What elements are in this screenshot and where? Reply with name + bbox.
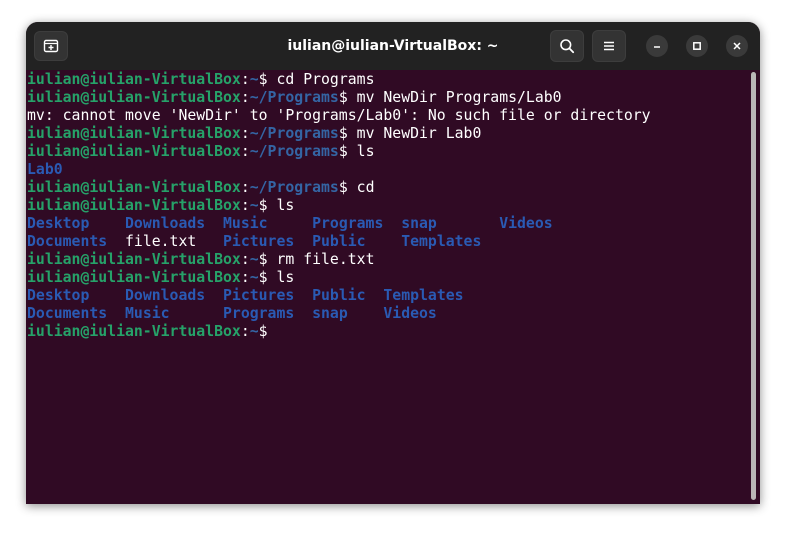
- prompt-line: iulian@iulian-VirtualBox:~$ ls: [27, 269, 651, 287]
- directory-entry: Videos: [499, 215, 553, 232]
- prompt-symbol: $: [258, 251, 268, 268]
- directory-entry: Videos: [383, 305, 437, 322]
- command-text: cd Programs: [267, 71, 375, 88]
- minimize-button[interactable]: [646, 35, 668, 57]
- prompt-symbol: $: [258, 71, 268, 88]
- command-text: ls: [267, 197, 295, 214]
- prompt-user: iulian@iulian-VirtualBox: [27, 179, 241, 196]
- prompt-user: iulian@iulian-VirtualBox: [27, 251, 241, 268]
- prompt-user: iulian@iulian-VirtualBox: [27, 323, 241, 340]
- directory-entry: Public: [312, 233, 402, 250]
- prompt-symbol: $: [338, 179, 348, 196]
- prompt-symbol: $: [258, 323, 268, 340]
- prompt-user: iulian@iulian-VirtualBox: [27, 71, 241, 88]
- ls-output-line: Desktop Downloads Pictures Public Templa…: [27, 287, 651, 305]
- directory-entry: Desktop: [27, 287, 125, 304]
- prompt-path: ~/Programs: [249, 143, 339, 160]
- directory-entry: Pictures: [223, 233, 313, 250]
- prompt-path: ~: [249, 197, 259, 214]
- title-bar[interactable]: iulian@iulian-VirtualBox: ~: [26, 22, 760, 70]
- ls-output-line: Documents Music Programs snap Videos: [27, 305, 651, 323]
- terminal-window: iulian@iulian-VirtualBox: ~ iulian@iulia…: [26, 22, 760, 504]
- directory-entry: Documents: [27, 233, 125, 250]
- prompt-line: iulian@iulian-VirtualBox:~$: [27, 323, 651, 341]
- prompt-separator: :: [240, 143, 250, 160]
- prompt-symbol: $: [338, 89, 348, 106]
- prompt-separator: :: [240, 197, 250, 214]
- directory-entry: snap: [401, 215, 500, 232]
- directory-entry: Public: [312, 287, 384, 304]
- prompt-line: iulian@iulian-VirtualBox:~/Programs$ cd: [27, 179, 651, 197]
- hamburger-menu-icon: [602, 39, 616, 53]
- directory-entry: Downloads: [125, 287, 223, 304]
- prompt-separator: :: [240, 179, 250, 196]
- minimize-icon: [652, 41, 662, 51]
- close-icon: [732, 41, 742, 51]
- directory-entry: Programs: [312, 215, 402, 232]
- output-text: mv: cannot move 'NewDir' to 'Programs/La…: [27, 107, 651, 124]
- terminal-output: iulian@iulian-VirtualBox:~$ cd Programs i…: [27, 71, 651, 341]
- prompt-line: iulian@iulian-VirtualBox:~$ ls: [27, 197, 651, 215]
- command-text: mv NewDir Lab0: [347, 125, 482, 142]
- directory-entry: Lab0: [27, 161, 63, 178]
- prompt-path: ~/Programs: [249, 179, 339, 196]
- prompt-path: ~: [249, 269, 259, 286]
- prompt-path: ~: [249, 323, 259, 340]
- directory-entry: Music: [125, 305, 223, 322]
- prompt-line: iulian@iulian-VirtualBox:~$ cd Programs: [27, 71, 651, 89]
- directory-entry: Templates: [383, 287, 464, 304]
- command-text: ls: [267, 269, 295, 286]
- directory-entry: Pictures: [223, 287, 313, 304]
- directory-entry: Documents: [27, 305, 125, 322]
- directory-entry: Programs: [223, 305, 313, 322]
- prompt-user: iulian@iulian-VirtualBox: [27, 197, 241, 214]
- prompt-separator: :: [240, 251, 250, 268]
- prompt-symbol: $: [338, 125, 348, 142]
- ls-output-line: Lab0: [27, 161, 651, 179]
- prompt-line: iulian@iulian-VirtualBox:~/Programs$ mv …: [27, 125, 651, 143]
- maximize-icon: [692, 41, 702, 51]
- directory-entry: Templates: [401, 233, 482, 250]
- maximize-button[interactable]: [686, 35, 708, 57]
- prompt-user: iulian@iulian-VirtualBox: [27, 125, 241, 142]
- scrollbar[interactable]: [751, 72, 756, 500]
- prompt-symbol: $: [258, 197, 268, 214]
- prompt-separator: :: [240, 323, 250, 340]
- prompt-path: ~: [249, 71, 259, 88]
- prompt-symbol: $: [258, 269, 268, 286]
- search-icon: [559, 38, 575, 54]
- prompt-user: iulian@iulian-VirtualBox: [27, 143, 241, 160]
- prompt-separator: :: [240, 71, 250, 88]
- ls-output-line: Desktop Downloads Music Programs snap Vi…: [27, 215, 651, 233]
- directory-entry: Downloads: [125, 215, 223, 232]
- new-tab-button[interactable]: [34, 31, 68, 61]
- command-text: ls: [347, 143, 375, 160]
- menu-button[interactable]: [592, 30, 626, 62]
- command-text: cd: [347, 179, 375, 196]
- prompt-separator: :: [240, 89, 250, 106]
- prompt-user: iulian@iulian-VirtualBox: [27, 269, 241, 286]
- directory-entry: Music: [223, 215, 313, 232]
- command-text: rm file.txt: [267, 251, 375, 268]
- command-text: mv NewDir Programs/Lab0: [347, 89, 562, 106]
- prompt-path: ~/Programs: [249, 125, 339, 142]
- close-button[interactable]: [726, 35, 748, 57]
- prompt-path: ~/Programs: [249, 89, 339, 106]
- prompt-separator: :: [240, 125, 250, 142]
- prompt-path: ~: [249, 251, 259, 268]
- output-line: mv: cannot move 'NewDir' to 'Programs/La…: [27, 107, 651, 125]
- file-entry: file.txt: [125, 233, 223, 250]
- prompt-user: iulian@iulian-VirtualBox: [27, 89, 241, 106]
- prompt-symbol: $: [338, 143, 348, 160]
- prompt-line: iulian@iulian-VirtualBox:~/Programs$ mv …: [27, 89, 651, 107]
- new-tab-icon: [43, 38, 59, 54]
- terminal-area[interactable]: iulian@iulian-VirtualBox:~$ cd Programs i…: [26, 70, 760, 504]
- search-button[interactable]: [550, 30, 584, 62]
- ls-output-line: Documents file.txt Pictures Public Templ…: [27, 233, 651, 251]
- prompt-line: iulian@iulian-VirtualBox:~$ rm file.txt: [27, 251, 651, 269]
- directory-entry: snap: [312, 305, 384, 322]
- prompt-separator: :: [240, 269, 250, 286]
- prompt-line: iulian@iulian-VirtualBox:~/Programs$ ls: [27, 143, 651, 161]
- directory-entry: Desktop: [27, 215, 125, 232]
